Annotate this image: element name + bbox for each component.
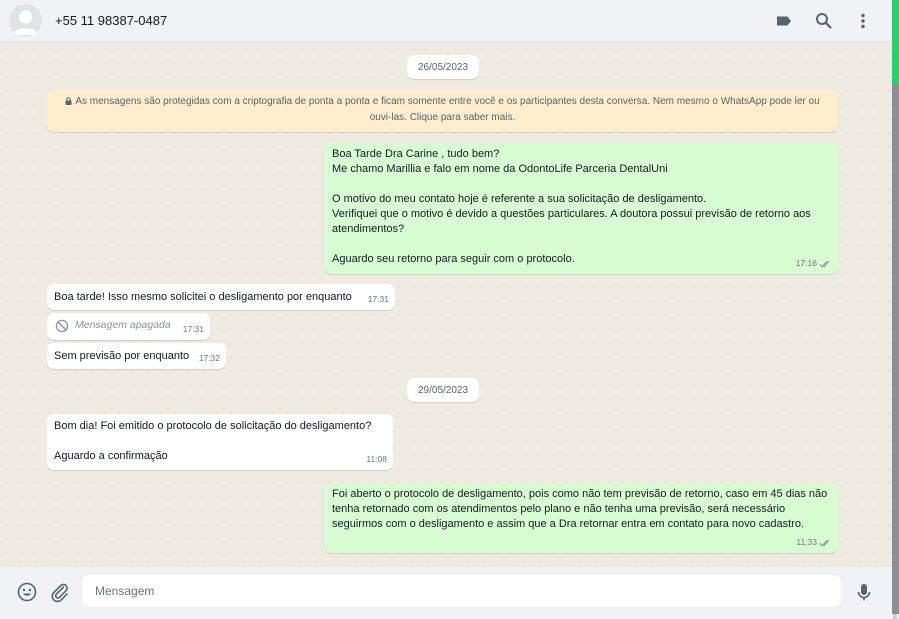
encryption-notice-text: As mensagens são protegidas com a cripto… [75, 96, 820, 123]
lock-icon [65, 95, 72, 105]
message-time: 11:33 [796, 535, 832, 550]
encryption-notice[interactable]: As mensagens são protegidas com a cripto… [47, 90, 838, 132]
outgoing-message[interactable]: Foi aberto o protocolo de desligamento, … [324, 483, 838, 553]
blocked-icon [55, 319, 69, 332]
message-time: 17:31 [182, 324, 204, 334]
message-text: Foi aberto o protocolo de desligamento, … [332, 488, 831, 530]
message-text: Boa Tarde Dra Carine , tudo bem? Me cham… [332, 148, 811, 265]
read-ticks-icon [819, 260, 830, 268]
message-list[interactable]: 26/05/2023 As mensagens são protegidas c… [0, 42, 892, 567]
message-time: 17:16 [796, 256, 832, 271]
default-avatar-icon [13, 10, 38, 35]
message-text: Boa tarde! Isso mesmo solicitei o deslig… [54, 291, 352, 303]
message-text: Sem previsão por enquanto [54, 350, 190, 362]
incoming-message[interactable]: Bom dia! Foi emitido o protocolo de soli… [47, 414, 393, 470]
date-divider: 26/05/2023 [407, 55, 480, 79]
contact-avatar[interactable] [9, 4, 42, 37]
outgoing-message[interactable]: Boa Tarde Dra Carine , tudo bem? Me cham… [324, 142, 838, 274]
scrollbar[interactable] [892, 0, 899, 619]
date-divider: 29/05/2023 [407, 378, 480, 402]
label-icon[interactable] [774, 11, 794, 31]
emoji-icon[interactable] [16, 581, 38, 603]
mic-icon[interactable] [853, 581, 875, 603]
message-time: 17:31 [367, 294, 389, 304]
message-text: Mensagem apagada [75, 319, 171, 331]
search-icon[interactable] [814, 11, 834, 31]
incoming-message[interactable]: Boa tarde! Isso mesmo solicitei o deslig… [47, 284, 395, 310]
composer [0, 567, 892, 619]
contact-name[interactable]: +55 11 98387-0487 [55, 13, 167, 28]
menu-icon[interactable] [853, 11, 873, 31]
message-text: Bom dia! Foi emitido o protocolo de soli… [54, 420, 372, 462]
attach-icon[interactable] [49, 581, 71, 603]
message-input[interactable] [82, 575, 841, 607]
chat-header: +55 11 98387-0487 [0, 0, 892, 42]
incoming-message[interactable]: Sem previsão por enquanto 17:32 [47, 343, 226, 369]
scrollbar-accent [892, 0, 899, 84]
scrollbar-thumb[interactable] [892, 84, 899, 614]
message-time: 11:08 [366, 454, 387, 464]
deleted-message[interactable]: Mensagem apagada 17:31 [47, 313, 210, 340]
message-time: 17:32 [198, 353, 220, 363]
read-ticks-icon [819, 539, 830, 547]
